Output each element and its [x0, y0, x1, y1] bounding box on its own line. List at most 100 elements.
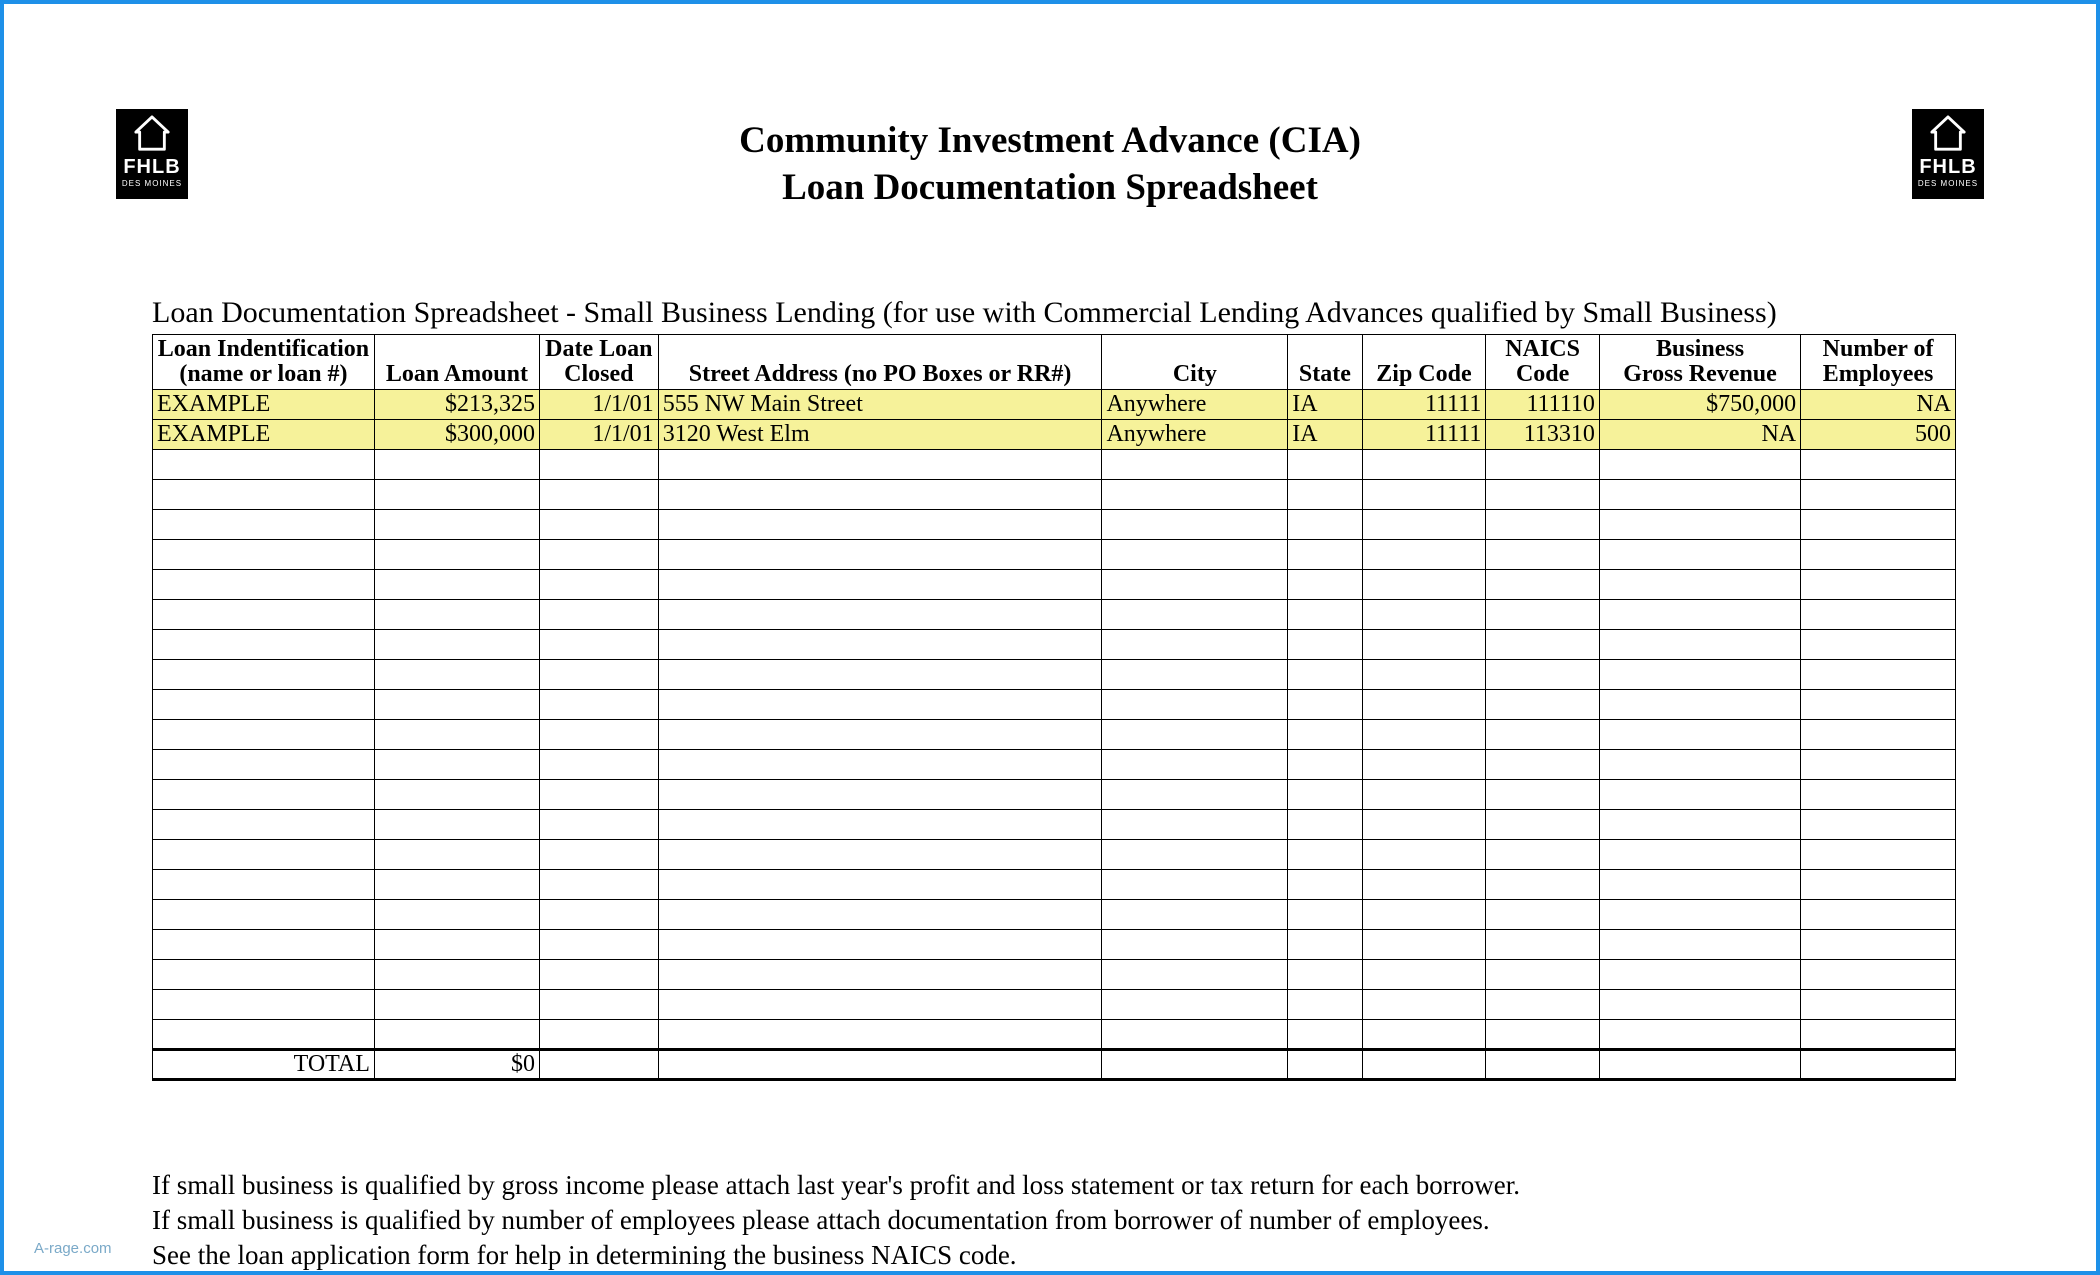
- cell: Anywhere: [1102, 390, 1288, 420]
- cell: [1599, 930, 1800, 960]
- subtitle: Loan Documentation Spreadsheet - Small B…: [152, 296, 1956, 330]
- cell: [658, 750, 1102, 780]
- cell: EXAMPLE: [153, 390, 375, 420]
- cell: [1362, 780, 1486, 810]
- cell: [1288, 660, 1362, 690]
- cell: $0: [374, 1050, 539, 1080]
- cell: [374, 810, 539, 840]
- cell: [374, 780, 539, 810]
- cell: [1102, 630, 1288, 660]
- cell: [1288, 840, 1362, 870]
- cell: [1599, 540, 1800, 570]
- cell: [1486, 720, 1600, 750]
- cell: [1801, 630, 1956, 660]
- cell: 11111: [1362, 420, 1486, 450]
- table-row: EXAMPLE$213,3251/1/01555 NW Main StreetA…: [153, 390, 1956, 420]
- cell: [1599, 1020, 1800, 1050]
- cell: [1288, 690, 1362, 720]
- cell: [1288, 1020, 1362, 1050]
- cell: [1102, 720, 1288, 750]
- cell: [1362, 540, 1486, 570]
- cell: [1599, 840, 1800, 870]
- table-row: [153, 540, 1956, 570]
- cell: [540, 570, 659, 600]
- cell: [658, 1020, 1102, 1050]
- cell: [540, 510, 659, 540]
- header-row: Loan Indentification(name or loan #) Loa…: [153, 335, 1956, 390]
- cell: [540, 840, 659, 870]
- cell: [1486, 510, 1600, 540]
- cell: [658, 1050, 1102, 1080]
- table-row: [153, 990, 1956, 1020]
- cell: [153, 540, 375, 570]
- cell: [1801, 750, 1956, 780]
- cell: [1362, 990, 1486, 1020]
- table-row: [153, 840, 1956, 870]
- cell: [1362, 600, 1486, 630]
- cell: [1486, 840, 1600, 870]
- table-row: [153, 510, 1956, 540]
- table-row: [153, 720, 1956, 750]
- cell: [1362, 660, 1486, 690]
- footnote-2: If small business is qualified by number…: [152, 1203, 1520, 1238]
- table-row: [153, 960, 1956, 990]
- cell: [153, 660, 375, 690]
- cell: $750,000: [1599, 390, 1800, 420]
- cell: [1288, 900, 1362, 930]
- table-row: [153, 810, 1956, 840]
- cell: [540, 990, 659, 1020]
- cell: [1599, 810, 1800, 840]
- cell: [1801, 900, 1956, 930]
- cell: [658, 540, 1102, 570]
- cell: [1362, 870, 1486, 900]
- cell: [1362, 750, 1486, 780]
- table-row: [153, 870, 1956, 900]
- cell: IA: [1288, 420, 1362, 450]
- cell: [1102, 540, 1288, 570]
- cell: [1486, 750, 1600, 780]
- cell: [658, 870, 1102, 900]
- cell: 113310: [1486, 420, 1600, 450]
- cell: [1486, 1020, 1600, 1050]
- col-loan-id: Loan Indentification(name or loan #): [153, 335, 375, 390]
- cell: [1288, 810, 1362, 840]
- cell: Anywhere: [1102, 420, 1288, 450]
- cell: [1102, 780, 1288, 810]
- cell: [1599, 900, 1800, 930]
- cell: [658, 570, 1102, 600]
- cell: [1486, 690, 1600, 720]
- cell: [153, 1020, 375, 1050]
- cell: [1801, 690, 1956, 720]
- cell: [1801, 780, 1956, 810]
- cell: $213,325: [374, 390, 539, 420]
- cell: [658, 720, 1102, 750]
- table-row: [153, 900, 1956, 930]
- cell: [1486, 870, 1600, 900]
- cell: [1801, 1020, 1956, 1050]
- cell: [374, 870, 539, 900]
- cell: [1801, 930, 1956, 960]
- cell: [1486, 1050, 1600, 1080]
- cell: [1288, 450, 1362, 480]
- cell: [1801, 720, 1956, 750]
- cell: [1102, 600, 1288, 630]
- cell: [374, 630, 539, 660]
- cell: [540, 480, 659, 510]
- cell: [1288, 1050, 1362, 1080]
- cell: [658, 630, 1102, 660]
- col-street: Street Address (no PO Boxes or RR#): [658, 335, 1102, 390]
- cell: [1599, 960, 1800, 990]
- cell: [540, 810, 659, 840]
- col-loan-amount: Loan Amount: [374, 335, 539, 390]
- cell: [658, 690, 1102, 720]
- cell: [1102, 570, 1288, 600]
- cell: [1801, 660, 1956, 690]
- cell: [1102, 810, 1288, 840]
- cell: [658, 450, 1102, 480]
- cell: [1362, 810, 1486, 840]
- cell: [153, 840, 375, 870]
- cell: [153, 960, 375, 990]
- cell: [1288, 750, 1362, 780]
- cell: [1102, 1020, 1288, 1050]
- cell: $300,000: [374, 420, 539, 450]
